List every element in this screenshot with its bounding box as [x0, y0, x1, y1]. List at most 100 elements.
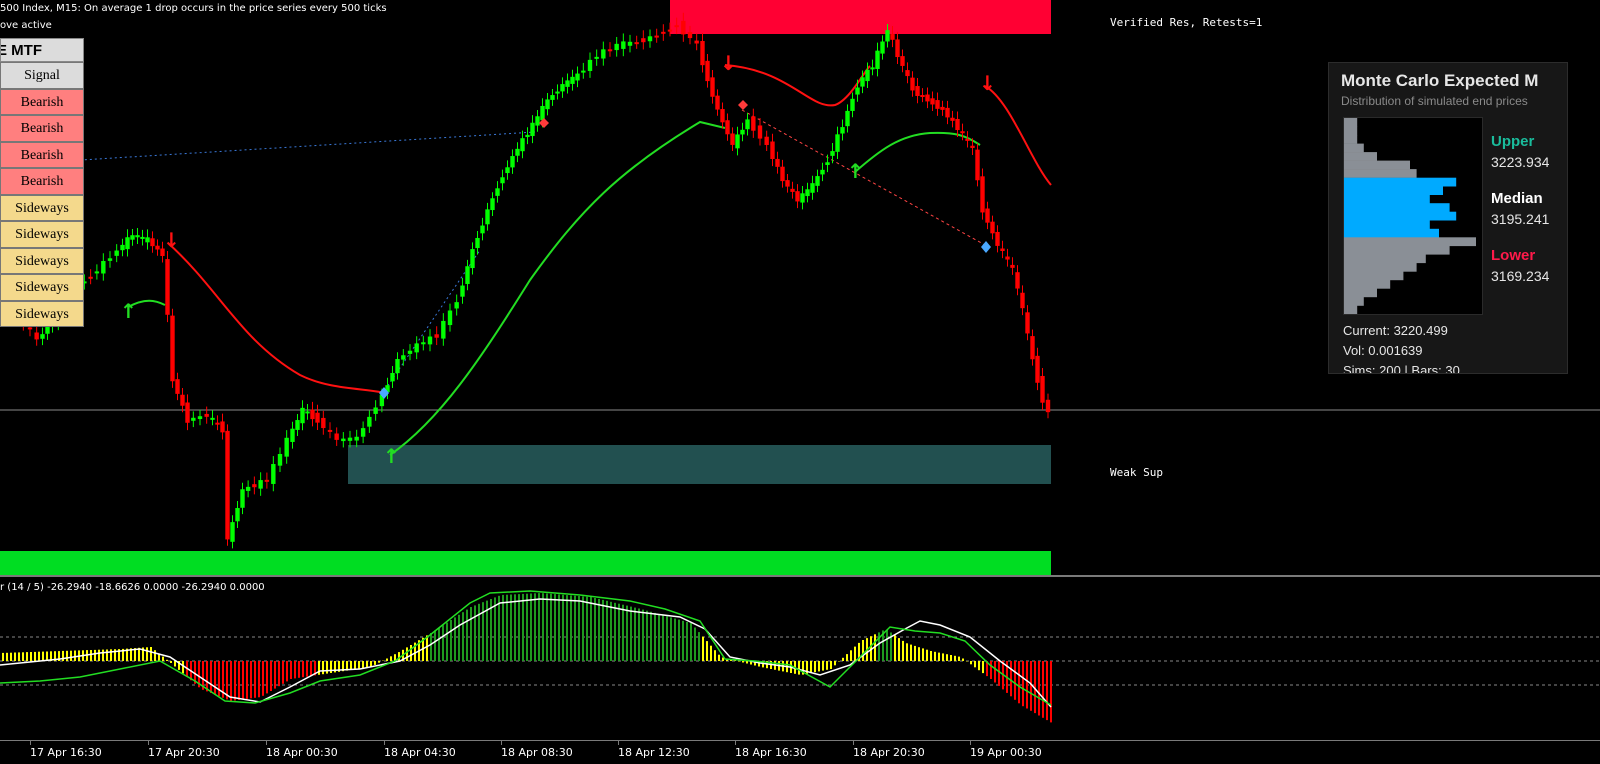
- oscillator-bar: [182, 661, 184, 674]
- candle-body: [621, 41, 626, 49]
- candle-body: [407, 350, 413, 354]
- candle-body: [321, 417, 326, 429]
- mc-lower-label: Lower: [1491, 247, 1536, 264]
- buy-arrow-icon: ↑: [120, 299, 137, 323]
- candle-body: [835, 134, 840, 152]
- oscillator-bar: [698, 632, 700, 661]
- candle-body: [855, 87, 860, 95]
- histogram-bin: [1344, 279, 1391, 289]
- candle-body: [1015, 272, 1020, 289]
- candle-body: [770, 141, 775, 159]
- candle-body: [785, 180, 790, 187]
- oscillator-bar: [298, 661, 300, 678]
- oscillator-bar: [246, 661, 248, 699]
- moving-average-red: [167, 242, 386, 394]
- candle-body: [1000, 248, 1005, 252]
- mtf-signal-row: Sideways: [0, 247, 84, 274]
- oscillator-bar: [546, 593, 548, 661]
- candle-body: [865, 69, 870, 82]
- oscillator-bar: [446, 622, 448, 661]
- candle-body: [965, 138, 970, 141]
- signal-arrows: ↓ ↑ ↑ ↓ ↑ ↓: [120, 51, 996, 468]
- candle-body: [565, 80, 570, 87]
- histogram-bin: [1344, 271, 1404, 281]
- candle-body: [530, 122, 535, 137]
- candle-body: [155, 245, 160, 250]
- oscillator-bar: [914, 645, 916, 661]
- oscillator-bar: [566, 595, 568, 661]
- mtf-signal-row: Bearish: [0, 141, 84, 168]
- candle-body: [470, 249, 475, 269]
- candle-body: [515, 148, 520, 156]
- oscillator-bar: [270, 661, 272, 691]
- candle-body: [34, 332, 39, 340]
- support-zone-label: Weak Sup: [1110, 466, 1163, 479]
- time-axis-tick: [30, 740, 31, 745]
- candle-body: [145, 237, 150, 243]
- time-axis-tick: [735, 740, 736, 745]
- candle-body: [860, 77, 865, 87]
- candle-body: [401, 355, 406, 360]
- candle-body: [354, 436, 359, 441]
- histogram-bin: [1344, 237, 1476, 247]
- candle-body: [204, 413, 209, 417]
- candle-body: [1010, 264, 1015, 268]
- candle-body: [681, 20, 686, 35]
- oscillator-bar: [214, 661, 216, 695]
- candle-body: [271, 464, 276, 484]
- candle-body: [751, 116, 756, 131]
- oscillator-bar: [166, 659, 168, 661]
- candle-body: [140, 236, 145, 239]
- candle-body: [347, 437, 353, 441]
- time-axis-tick: [970, 740, 971, 745]
- histogram-bin: [1344, 245, 1450, 255]
- oscillator-bar: [406, 647, 408, 661]
- mtf-signal-row: Sideways: [0, 274, 84, 301]
- oscillator-bar: [450, 620, 452, 661]
- oscillator-bar: [670, 617, 672, 661]
- oscillator-bar: [702, 636, 704, 661]
- oscillator-bar: [258, 661, 260, 698]
- candle-body: [587, 59, 593, 72]
- candle-body: [775, 158, 780, 167]
- candle-body: [667, 29, 673, 32]
- oscillator-bar: [962, 658, 964, 661]
- oscillator-bar: [210, 661, 212, 693]
- mc-median-value: 3195.241: [1491, 211, 1550, 227]
- candle-body: [910, 77, 915, 91]
- candle-body: [295, 420, 300, 430]
- candle-body: [230, 522, 235, 542]
- candle-body: [875, 50, 880, 69]
- oscillator-bar: [814, 661, 816, 673]
- oscillator-bar: [430, 633, 432, 661]
- oscillator-chart[interactable]: [0, 577, 1600, 740]
- oscillator-bar: [1010, 661, 1012, 697]
- monte-carlo-histogram: [1343, 117, 1483, 315]
- mc-volatility: Vol: 0.001639: [1343, 343, 1423, 358]
- candle-body: [427, 336, 433, 345]
- oscillator-bar: [938, 652, 940, 661]
- time-axis-tick: [853, 740, 854, 745]
- diamond-marker-icon: [981, 241, 991, 253]
- sell-arrow-icon: ↓: [163, 228, 180, 252]
- oscillator-bar: [678, 619, 680, 661]
- oscillator-bar: [606, 600, 608, 661]
- oscillator-bar: [482, 602, 484, 661]
- oscillator-bar: [650, 611, 652, 661]
- candle-body: [945, 107, 950, 118]
- candle-body: [500, 177, 505, 184]
- candle-body: [545, 99, 550, 110]
- oscillator-bar: [694, 627, 696, 661]
- oscillator-bar: [398, 652, 400, 661]
- candle-body: [390, 373, 395, 382]
- histogram-bin: [1344, 135, 1358, 144]
- mtf-table-header: Signal: [0, 62, 84, 89]
- oscillator-bar: [734, 660, 736, 661]
- candle-body: [220, 421, 225, 433]
- candle-body: [290, 428, 295, 442]
- candle-body: [780, 166, 785, 182]
- oscillator-bar: [958, 656, 960, 661]
- oscillator-bar: [274, 661, 276, 689]
- oscillator-bar: [1026, 661, 1028, 709]
- candle-body: [800, 193, 805, 203]
